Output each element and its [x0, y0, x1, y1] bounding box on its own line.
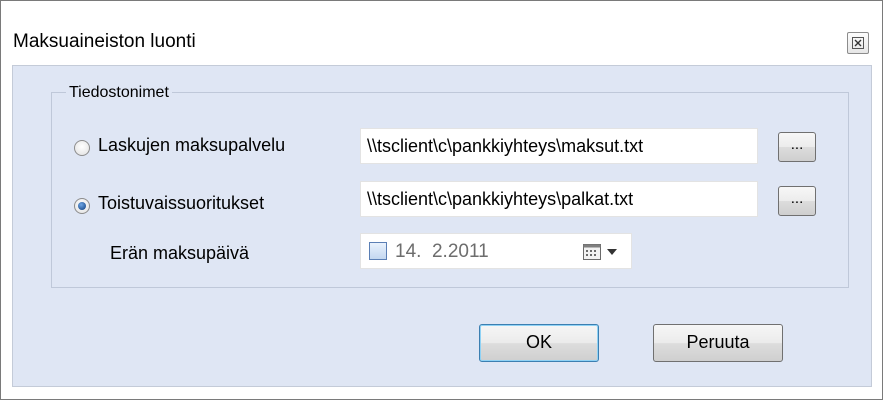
- window-title: Maksuaineiston luonti: [13, 31, 196, 52]
- dialog-client-area: Tiedostonimet Laskujen maksupalvelu \\ts…: [12, 65, 872, 387]
- radio-laskujen-maksupalvelu[interactable]: [74, 140, 90, 156]
- filenames-group: Tiedostonimet Laskujen maksupalvelu \\ts…: [51, 84, 849, 288]
- dropdown-arrow-icon[interactable]: [607, 249, 617, 255]
- path-input-palkat[interactable]: \\tsclient\c\pankkiyhteys\palkat.txt: [360, 181, 758, 217]
- browse-button-palkat[interactable]: ...: [778, 186, 816, 216]
- title-bar[interactable]: Maksuaineiston luonti: [1, 1, 882, 57]
- close-button[interactable]: [847, 32, 869, 54]
- date-value: 14. 2.2011: [395, 241, 489, 262]
- cancel-button[interactable]: Peruuta: [653, 324, 783, 362]
- label-payment-date: Erän maksupäivä: [110, 243, 250, 263]
- ok-button-label: OK: [525, 332, 552, 352]
- label-toistuvaissuoritukset: Toistuvaissuoritukset: [98, 193, 265, 213]
- group-legend: Tiedostonimet: [66, 84, 172, 102]
- label-laskujen-maksupalvelu: Laskujen maksupalvelu: [98, 135, 286, 155]
- close-icon: [852, 37, 864, 49]
- dialog-window: Maksuaineiston luonti Tiedostonimet Lask…: [0, 0, 883, 400]
- date-enable-checkbox[interactable]: [369, 242, 387, 260]
- calendar-icon[interactable]: [583, 244, 603, 260]
- radio-toistuvaissuoritukset[interactable]: [74, 198, 90, 214]
- payment-date-picker[interactable]: 14. 2.2011: [360, 233, 632, 269]
- cancel-button-label: Peruuta: [686, 332, 750, 352]
- browse-button-maksut[interactable]: ...: [778, 132, 816, 162]
- ok-button[interactable]: OK: [479, 324, 599, 362]
- path-input-maksut[interactable]: \\tsclient\c\pankkiyhteys\maksut.txt: [360, 128, 758, 164]
